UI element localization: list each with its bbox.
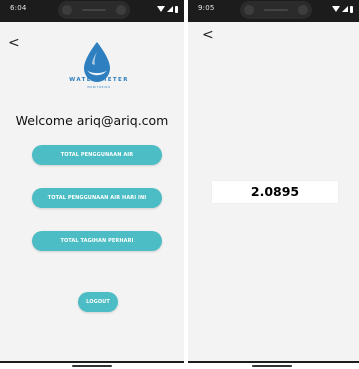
welcome-text: Welcome ariq@ariq.com	[15, 113, 169, 128]
screenshot-canvas: 6:04 < WATER METER MONITORING Welcome ar…	[0, 0, 359, 369]
camera-lens-icon	[62, 5, 72, 15]
battery-icon	[350, 5, 353, 13]
back-button[interactable]: <	[8, 36, 20, 50]
signal-icon	[167, 6, 173, 12]
status-bar: 9:05	[188, 0, 359, 22]
camera-cutout	[240, 1, 312, 19]
value-screen: 9:05 < 2.0895	[188, 0, 359, 369]
battery-icon	[175, 5, 178, 13]
status-time: 6:04	[10, 4, 27, 12]
wifi-icon	[332, 6, 340, 12]
status-icons	[332, 4, 353, 14]
camera-lens-icon	[116, 5, 126, 15]
speaker-icon	[82, 9, 106, 11]
camera-cutout	[58, 1, 130, 19]
logout-button[interactable]: LOGOUT	[78, 292, 118, 312]
wifi-icon	[157, 6, 165, 12]
status-icons	[157, 4, 178, 14]
navigation-bar	[188, 363, 359, 369]
home-screen: 6:04 < WATER METER MONITORING Welcome ar…	[0, 0, 184, 369]
signal-icon	[342, 6, 348, 12]
today-usage-button[interactable]: TOTAL PENGGUNAAN AIR HARI INI	[32, 188, 162, 208]
back-button[interactable]: <	[202, 28, 214, 42]
usage-value: 2.0895	[212, 181, 338, 203]
navigation-bar	[0, 363, 184, 369]
home-indicator[interactable]	[72, 365, 112, 367]
speaker-icon	[264, 9, 288, 11]
total-usage-button[interactable]: TOTAL PENGGUNAAN AIR	[32, 145, 162, 165]
logo-title: WATER METER	[69, 77, 129, 83]
camera-lens-icon	[298, 5, 308, 15]
camera-lens-icon	[244, 5, 254, 15]
daily-bill-button[interactable]: TOTAL TAGIHAN PERHARI	[32, 231, 162, 251]
status-bar: 6:04	[0, 0, 184, 22]
logo-subtitle: MONITORING	[87, 86, 111, 89]
home-indicator[interactable]	[252, 365, 292, 367]
status-time: 9:05	[198, 4, 215, 12]
